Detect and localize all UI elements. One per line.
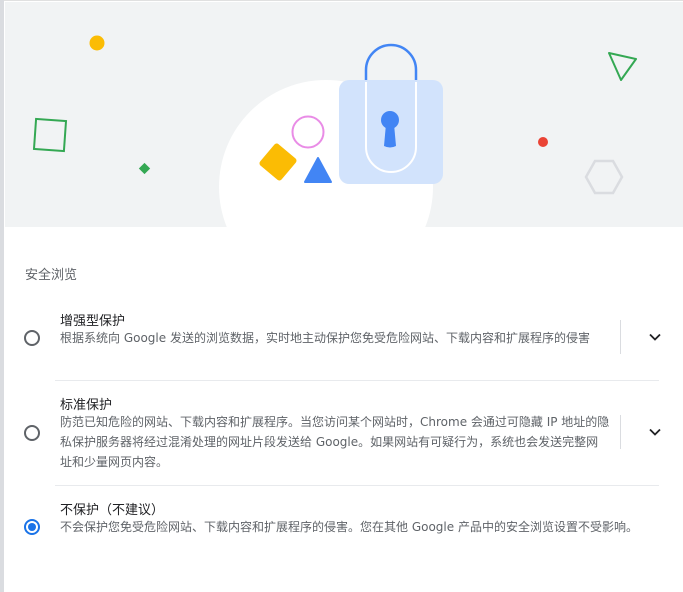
expand-button[interactable] [641,323,669,351]
option-title: 不保护（不建议） [60,503,165,518]
radio-enhanced-protection[interactable] [24,330,40,346]
window-top-border [0,0,683,1]
illustration-green-triangle [608,52,637,81]
section-title: 安全浏览 [25,268,78,283]
option-no-protection[interactable]: 不保护（不建议） 不会保护您免受危险网站、下载内容和扩展程序的侵害。您在其他 G… [5,499,683,561]
illustration-yellow-dot [89,35,105,51]
divider-vertical [620,320,621,354]
illustration-green-square [32,117,68,153]
safe-browsing-banner [5,2,683,227]
expand-button[interactable] [641,418,669,446]
divider-vertical [620,415,621,449]
divider-horizontal [55,380,659,381]
divider-horizontal [55,485,659,486]
option-title: 标准保护 [60,398,113,413]
window-left-border [0,0,4,592]
radio-standard-protection[interactable] [24,425,40,441]
illustration-keyhole-stem [384,124,396,148]
option-enhanced-protection[interactable]: 增强型保护 根据系统向 Google 发送的浏览数据，实时地主动保护您免受危险网… [5,310,683,378]
illustration-red-dot [538,137,548,147]
chevron-down-icon [649,333,661,341]
option-standard-protection[interactable]: 标准保护 防范已知危险的网站、下载内容和扩展程序。当您访问某个网站时，Chrom… [5,394,683,478]
illustration-grey-hexagon [584,159,624,195]
option-description: 防范已知危险的网站、下载内容和扩展程序。当您访问某个网站时，Chrome 会通过… [60,415,610,469]
radio-no-protection[interactable] [24,519,40,535]
illustration-green-diamond [138,162,151,175]
option-title: 增强型保护 [60,314,126,329]
option-description: 不会保护您免受危险网站、下载内容和扩展程序的侵害。您在其他 Google 产品中… [60,520,638,534]
option-description: 根据系统向 Google 发送的浏览数据，实时地主动保护您免受危险网站、下载内容… [60,331,590,345]
chevron-down-icon [649,428,661,436]
banner-illustration [32,35,637,227]
